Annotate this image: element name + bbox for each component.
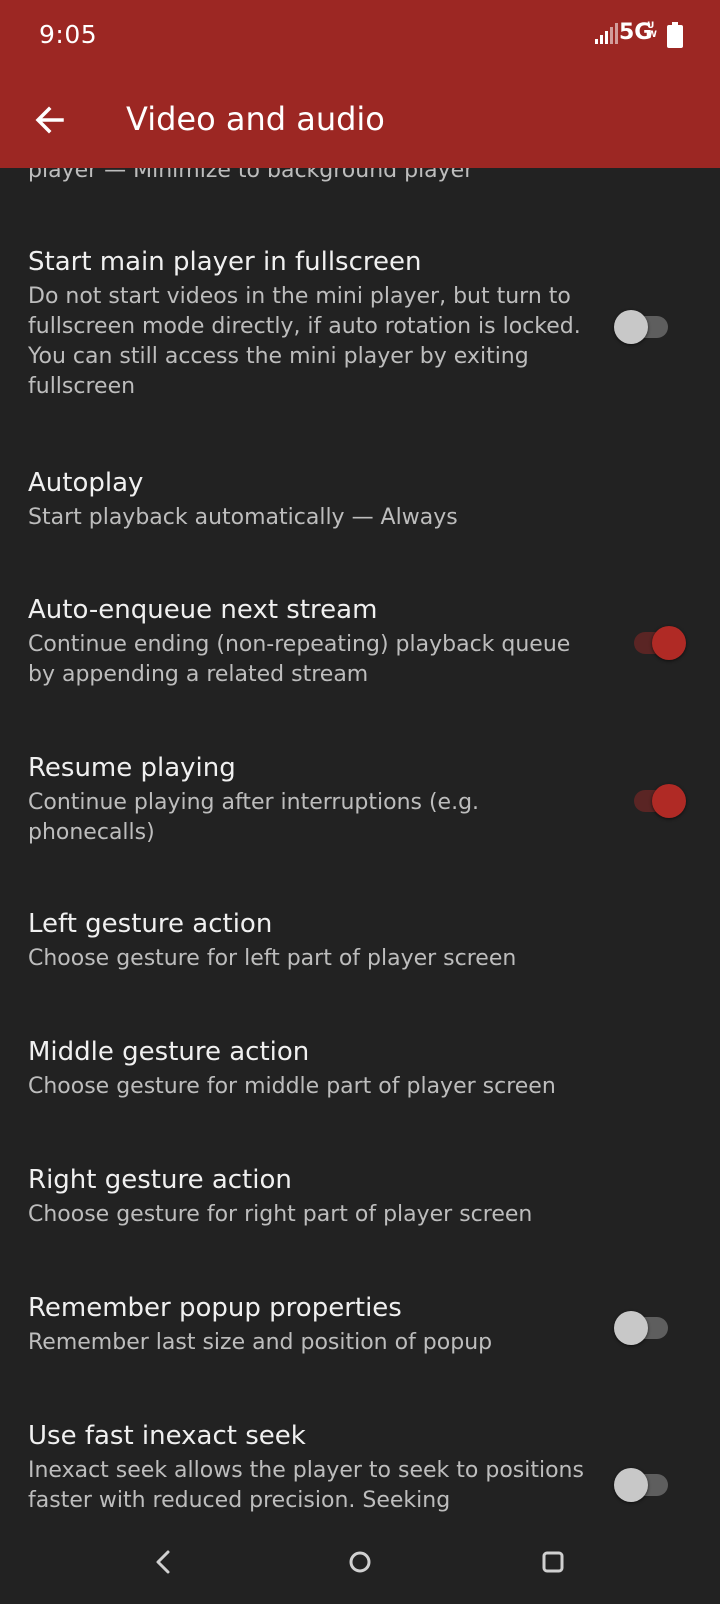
network-sub: U W — [647, 22, 657, 40]
page-title: Video and audio — [126, 100, 385, 138]
switch-thumb — [652, 626, 686, 660]
pref-summary: Choose gesture for middle part of player… — [28, 1074, 556, 1099]
switch-thumb — [614, 1311, 648, 1345]
start-fullscreen-switch[interactable] — [614, 306, 674, 346]
arrow-left-icon[interactable] — [30, 100, 70, 140]
pref-auto-enqueue[interactable]: Auto-enqueue next stream Continue ending… — [28, 592, 598, 690]
pref-summary: Do not start videos in the mini player, … — [28, 284, 581, 399]
remember-popup-switch[interactable] — [614, 1307, 674, 1347]
nav-back-icon[interactable] — [144, 1542, 184, 1582]
pref-right-gesture[interactable]: Right gesture action Choose gesture for … — [28, 1162, 598, 1230]
pref-autoplay[interactable]: Autoplay Start playback automatically — … — [28, 465, 598, 533]
nav-home-icon[interactable] — [340, 1542, 380, 1582]
pref-title: Remember popup properties — [28, 1293, 402, 1323]
battery-icon — [667, 22, 683, 48]
pref-summary: Inexact seek allows the player to seek t… — [28, 1458, 584, 1513]
pref-title: Use fast inexact seek — [28, 1421, 306, 1451]
pref-remember-popup[interactable]: Remember popup properties Remember last … — [28, 1290, 598, 1358]
network-sub-bottom: W — [647, 30, 657, 40]
status-time: 9:05 — [39, 20, 98, 49]
pref-title: Left gesture action — [28, 909, 273, 939]
app-bar: Video and audio — [0, 72, 720, 168]
pref-title: Auto-enqueue next stream — [28, 595, 378, 625]
switch-thumb — [652, 784, 686, 818]
signal-icon — [595, 23, 618, 44]
nav-recents-icon[interactable] — [533, 1542, 573, 1582]
settings-list[interactable]: player — Minimize to background player S… — [0, 0, 720, 1520]
pref-fast-seek[interactable]: Use fast inexact seek Inexact seek allow… — [28, 1418, 598, 1516]
resume-playing-switch[interactable] — [626, 780, 686, 820]
pref-middle-gesture[interactable]: Middle gesture action Choose gesture for… — [28, 1034, 598, 1102]
pref-title: Autoplay — [28, 468, 144, 498]
pref-summary: Remember last size and position of popup — [28, 1330, 493, 1355]
pref-resume-playing[interactable]: Resume playing Continue playing after in… — [28, 750, 598, 848]
pref-title: Start main player in fullscreen — [28, 247, 422, 277]
pref-summary: Choose gesture for left part of player s… — [28, 946, 517, 971]
switch-thumb — [614, 310, 648, 344]
pref-summary: Start playback automatically — Always — [28, 505, 458, 530]
pref-title: Resume playing — [28, 753, 236, 783]
fast-seek-switch[interactable] — [614, 1464, 674, 1504]
auto-enqueue-switch[interactable] — [626, 622, 686, 662]
navigation-bar — [0, 1520, 720, 1604]
pref-left-gesture[interactable]: Left gesture action Choose gesture for l… — [28, 906, 598, 974]
pref-start-fullscreen[interactable]: Start main player in fullscreen Do not s… — [28, 244, 598, 402]
switch-thumb — [614, 1468, 648, 1502]
pref-summary: Continue playing after interruptions (e.… — [28, 790, 480, 845]
pref-title: Right gesture action — [28, 1165, 292, 1195]
pref-title: Middle gesture action — [28, 1037, 310, 1067]
pref-summary: Choose gesture for right part of player … — [28, 1202, 533, 1227]
status-bar: 9:05 5G U W — [0, 0, 720, 72]
pref-summary: Continue ending (non-repeating) playback… — [28, 632, 571, 687]
